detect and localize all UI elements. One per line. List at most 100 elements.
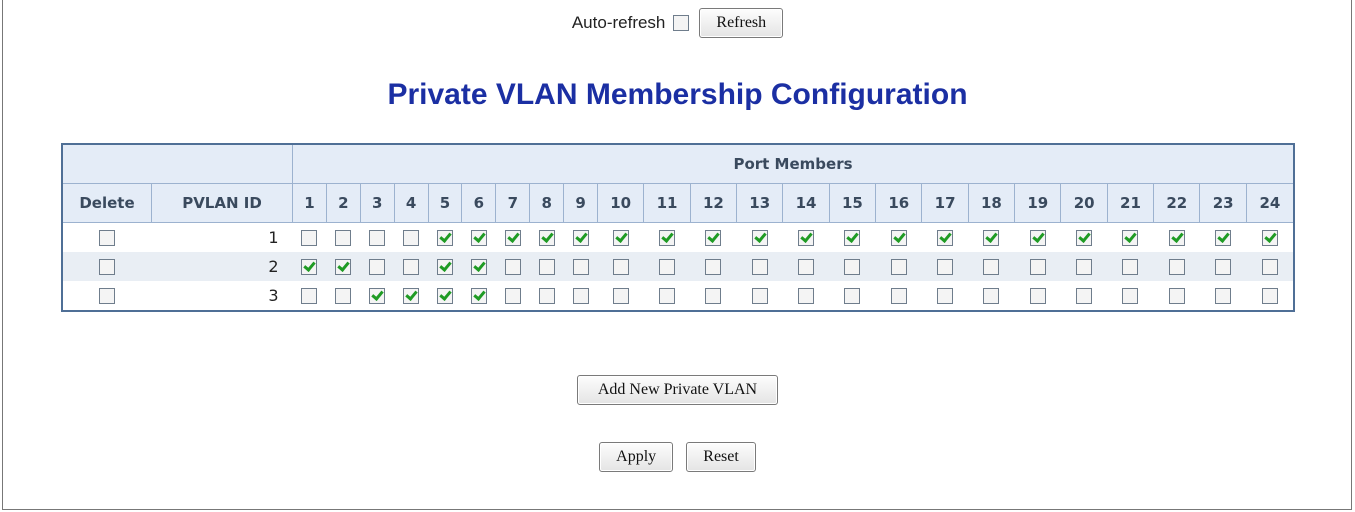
port-member-checkbox-3[interactable]: [369, 230, 386, 246]
port-member-cell: [643, 252, 691, 281]
port-member-checkbox-16[interactable]: [890, 230, 907, 246]
port-member-checkbox-4[interactable]: [403, 230, 420, 246]
port-member-checkbox-8[interactable]: [538, 230, 555, 246]
apply-button[interactable]: Apply: [599, 442, 674, 472]
port-member-cell: [461, 252, 496, 281]
port-member-cell: [326, 281, 360, 311]
port-member-checkbox-12[interactable]: [705, 230, 722, 246]
port-member-cell: [360, 223, 394, 253]
reset-button[interactable]: Reset: [686, 442, 756, 472]
port-header-20: 20: [1060, 183, 1108, 223]
port-member-checkbox-24[interactable]: [1261, 230, 1278, 246]
port-member-checkbox-14[interactable]: [798, 259, 815, 275]
port-member-cell: [598, 281, 644, 311]
port-member-checkbox-18[interactable]: [983, 230, 1000, 246]
port-member-checkbox-1[interactable]: [301, 230, 318, 246]
port-member-cell: [736, 252, 783, 281]
port-member-checkbox-14[interactable]: [798, 288, 815, 304]
port-member-checkbox-1[interactable]: [301, 259, 318, 275]
port-member-checkbox-21[interactable]: [1122, 288, 1139, 304]
port-member-cell: [1154, 223, 1200, 253]
port-member-checkbox-5[interactable]: [437, 259, 453, 275]
port-member-checkbox-17[interactable]: [937, 259, 954, 275]
port-member-checkbox-22[interactable]: [1168, 259, 1185, 275]
port-member-checkbox-11[interactable]: [659, 288, 676, 304]
port-member-checkbox-10[interactable]: [612, 230, 629, 246]
port-member-checkbox-17[interactable]: [937, 288, 954, 304]
port-member-cell: [737, 223, 783, 253]
port-member-checkbox-5[interactable]: [437, 288, 453, 304]
port-member-checkbox-7[interactable]: [504, 288, 521, 304]
port-member-checkbox-23[interactable]: [1215, 259, 1232, 275]
delete-checkbox[interactable]: [99, 288, 116, 304]
port-member-checkbox-13[interactable]: [751, 259, 768, 275]
port-member-checkbox-15[interactable]: [844, 259, 861, 275]
add-new-private-vlan-button[interactable]: Add New Private VLAN: [576, 375, 779, 405]
port-member-checkbox-18[interactable]: [983, 288, 1000, 304]
port-member-checkbox-9[interactable]: [572, 230, 589, 246]
port-member-cell: [1015, 281, 1061, 311]
port-member-checkbox-10[interactable]: [612, 288, 629, 304]
port-member-checkbox-24[interactable]: [1261, 259, 1278, 275]
port-member-checkbox-12[interactable]: [705, 288, 722, 304]
port-member-checkbox-19[interactable]: [1029, 259, 1046, 275]
port-member-checkbox-23[interactable]: [1215, 230, 1232, 246]
port-member-checkbox-15[interactable]: [844, 230, 861, 246]
delete-checkbox[interactable]: [99, 230, 116, 246]
pvlan-id-value: 1: [268, 228, 279, 247]
port-member-checkbox-7[interactable]: [504, 230, 521, 246]
port-member-checkbox-1[interactable]: [301, 288, 318, 304]
port-member-checkbox-13[interactable]: [751, 230, 768, 246]
port-member-checkbox-5[interactable]: [437, 230, 453, 246]
port-header-5: 5: [427, 183, 463, 223]
port-member-checkbox-21[interactable]: [1122, 230, 1139, 246]
port-member-checkbox-4[interactable]: [403, 259, 420, 275]
port-member-checkbox-11[interactable]: [659, 259, 676, 275]
port-member-cell: [690, 252, 737, 281]
port-member-checkbox-19[interactable]: [1029, 230, 1046, 246]
port-member-checkbox-16[interactable]: [890, 259, 907, 275]
port-member-checkbox-14[interactable]: [798, 230, 815, 246]
port-member-checkbox-20[interactable]: [1076, 230, 1093, 246]
port-member-checkbox-2[interactable]: [335, 230, 352, 246]
autorefresh-checkbox[interactable]: [673, 15, 690, 31]
port-member-checkbox-4[interactable]: [403, 288, 420, 304]
port-member-checkbox-20[interactable]: [1076, 288, 1093, 304]
port-member-checkbox-6[interactable]: [470, 259, 487, 275]
port-member-checkbox-8[interactable]: [538, 288, 555, 304]
port-member-checkbox-21[interactable]: [1122, 259, 1139, 275]
port-member-checkbox-3[interactable]: [369, 259, 386, 275]
refresh-button[interactable]: Refresh: [699, 8, 784, 38]
port-member-checkbox-11[interactable]: [659, 230, 676, 246]
port-member-cell: [529, 252, 564, 281]
port-member-checkbox-8[interactable]: [538, 259, 555, 275]
port-member-cell: [829, 223, 875, 253]
port-header-8: 8: [529, 183, 565, 223]
port-member-checkbox-16[interactable]: [890, 288, 907, 304]
port-member-checkbox-2[interactable]: [335, 259, 352, 275]
port-member-checkbox-7[interactable]: [504, 259, 521, 275]
port-member-checkbox-2[interactable]: [335, 288, 352, 304]
port-member-checkbox-12[interactable]: [705, 259, 722, 275]
port-member-cell: [875, 252, 922, 281]
port-member-checkbox-17[interactable]: [937, 230, 954, 246]
delete-header: Delete: [61, 183, 152, 223]
port-member-checkbox-6[interactable]: [470, 230, 487, 246]
port-member-checkbox-18[interactable]: [983, 259, 1000, 275]
port-member-checkbox-20[interactable]: [1076, 259, 1093, 275]
port-member-checkbox-3[interactable]: [369, 288, 386, 304]
port-member-checkbox-10[interactable]: [612, 259, 629, 275]
port-member-cell: [326, 252, 361, 281]
delete-checkbox[interactable]: [99, 259, 116, 275]
port-member-checkbox-13[interactable]: [751, 288, 768, 304]
port-member-checkbox-9[interactable]: [572, 288, 589, 304]
port-member-checkbox-22[interactable]: [1168, 230, 1185, 246]
port-member-cell: [496, 281, 530, 311]
port-member-checkbox-23[interactable]: [1215, 288, 1232, 304]
port-member-checkbox-15[interactable]: [844, 288, 861, 304]
port-member-checkbox-24[interactable]: [1261, 288, 1278, 304]
port-member-checkbox-9[interactable]: [572, 259, 589, 275]
port-member-checkbox-22[interactable]: [1168, 288, 1185, 304]
port-member-checkbox-6[interactable]: [470, 288, 487, 304]
port-member-checkbox-19[interactable]: [1029, 288, 1046, 304]
